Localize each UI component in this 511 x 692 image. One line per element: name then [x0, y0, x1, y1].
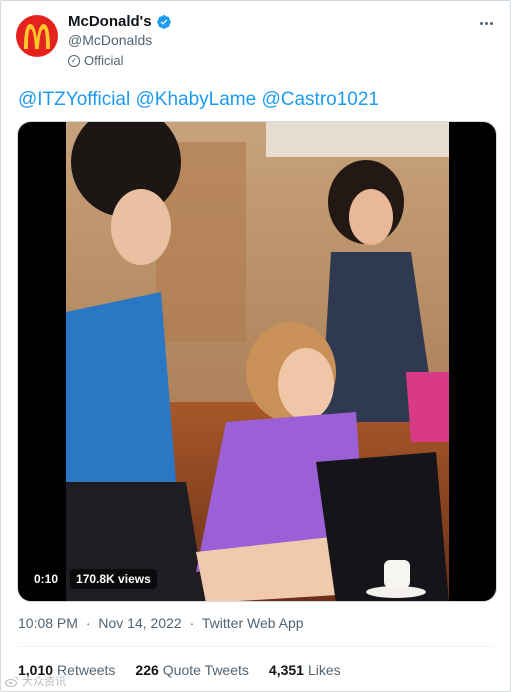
- likes-stat[interactable]: 4,351 Likes: [269, 662, 341, 678]
- verified-badge-icon: [156, 14, 171, 29]
- official-label-icon: ✓: [68, 54, 80, 67]
- mention-itzy[interactable]: @ITZYofficial: [18, 89, 130, 110]
- meta-separator: ·: [85, 615, 91, 631]
- video-badges: 0:10 170.8K views: [28, 569, 157, 589]
- account-handle[interactable]: @McDonalds: [68, 32, 152, 48]
- author-name-row: McDonald's: [68, 13, 172, 30]
- mention-khaby[interactable]: @KhabyLame: [136, 89, 257, 110]
- likes-count: 4,351: [268, 662, 304, 678]
- meta-separator-2: ·: [189, 615, 195, 631]
- more-options-icon[interactable]: [476, 13, 496, 33]
- avatar[interactable]: [16, 15, 58, 57]
- quote-tweets-label: Quote Tweets: [162, 662, 249, 678]
- weibo-logo-icon: [5, 676, 19, 687]
- divider: [17, 646, 494, 647]
- video-frame: [66, 122, 449, 601]
- official-label-row: ✓ Official: [68, 53, 124, 68]
- tweet-text: @ITZYofficial @KhabyLame @Castro1021: [18, 89, 379, 111]
- tweet-source: Twitter Web App: [201, 615, 304, 631]
- quote-tweets-count: 226: [135, 662, 159, 678]
- official-label: Official: [84, 53, 124, 68]
- mention-castro[interactable]: @Castro1021: [261, 89, 379, 110]
- quote-tweets-stat[interactable]: 226 Quote Tweets: [135, 662, 249, 678]
- tweet-metadata: 10:08 PM · Nov 14, 2022 · Twitter Web Ap…: [18, 615, 304, 631]
- tweet-time[interactable]: 10:08 PM: [18, 615, 78, 631]
- golden-arches-logo-icon: [24, 24, 50, 49]
- display-name[interactable]: McDonald's: [68, 13, 152, 30]
- tweet-card: McDonald's @McDonalds ✓ Official @ITZYof…: [0, 0, 511, 692]
- video-still-image: [66, 122, 449, 601]
- tweet-stats: 1,010 Retweets 226 Quote Tweets 4,351 Likes: [18, 662, 341, 678]
- likes-label: Likes: [307, 662, 341, 678]
- video-duration: 0:10: [28, 569, 65, 589]
- tweet-date[interactable]: Nov 14, 2022: [98, 615, 181, 631]
- video-player[interactable]: 0:10 170.8K views: [17, 121, 497, 602]
- watermark: 大众资讯: [5, 673, 66, 689]
- video-views: 170.8K views: [70, 569, 157, 589]
- watermark-text: 大众资讯: [22, 676, 66, 688]
